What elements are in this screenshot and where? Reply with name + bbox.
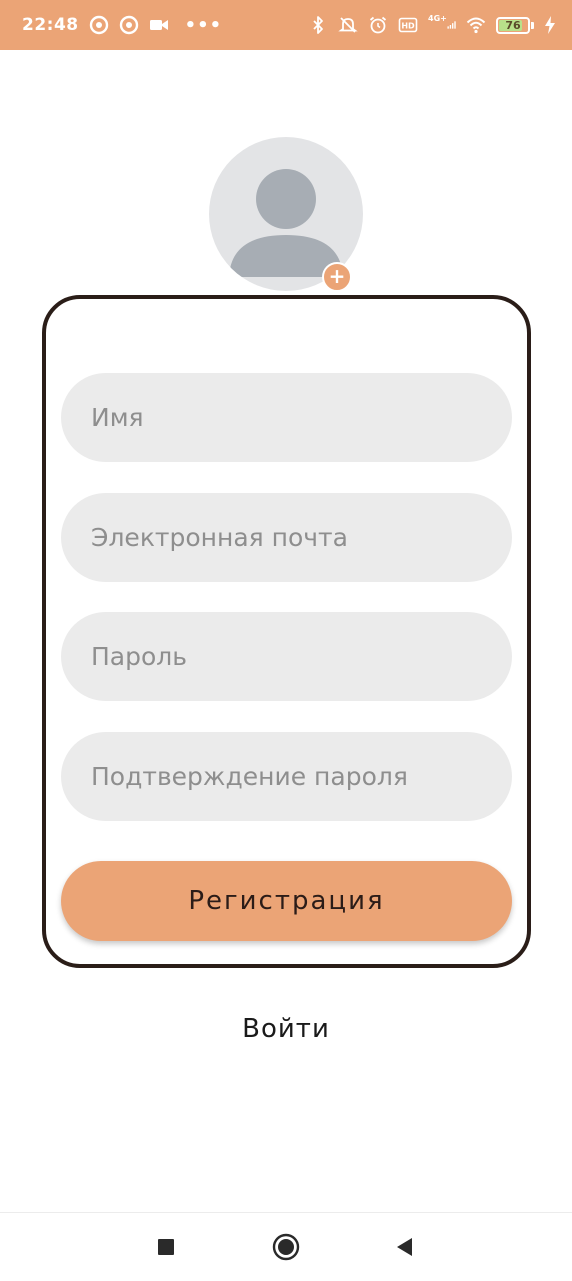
circle-icon [272,1233,300,1261]
home-button[interactable] [269,1230,303,1264]
mute-bell-icon [338,15,358,35]
sync-icon [119,15,139,35]
video-icon [149,15,169,35]
charging-icon [544,15,556,35]
bluetooth-icon [308,15,328,35]
status-time: 22:48 [22,15,79,35]
add-photo-button[interactable]: + [322,262,352,292]
name-field[interactable] [61,373,512,462]
status-bar-left: 22:48 ••• [22,15,222,36]
battery-tip [531,21,534,29]
network-type-label: 4G+ [428,14,447,23]
login-link[interactable]: Войти [0,1014,572,1044]
battery-body: 76 [496,16,530,34]
svg-text:HD: HD [401,22,415,31]
email-field[interactable] [61,493,512,582]
status-bar: 22:48 ••• HD 4G+ 76 [0,0,572,50]
confirm-password-field[interactable] [61,732,512,821]
sync-icon [89,15,109,35]
recent-apps-button[interactable] [149,1230,183,1264]
alarm-icon [368,15,388,35]
password-field[interactable] [61,612,512,701]
wifi-icon [466,15,486,35]
more-notifications-icon: ••• [184,14,223,36]
battery-level: 76 [505,18,521,32]
volte-icon: HD [398,15,418,35]
register-button[interactable]: Регистрация [61,861,512,941]
navigation-bar [0,1212,572,1281]
back-triangle-icon [397,1238,412,1256]
back-button[interactable] [388,1230,422,1264]
status-bar-right: HD 4G+ 76 [308,15,556,35]
signal-icon: 4G+ [428,15,456,35]
battery-icon: 76 [496,16,534,34]
square-icon [158,1239,174,1255]
